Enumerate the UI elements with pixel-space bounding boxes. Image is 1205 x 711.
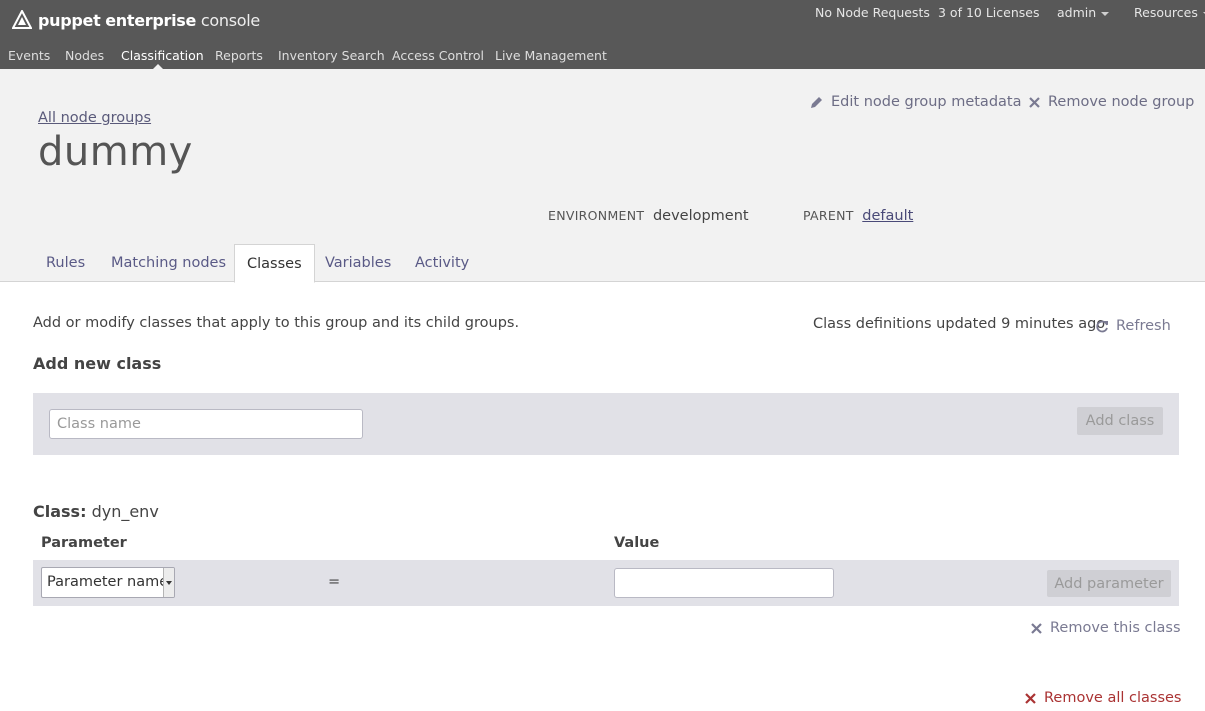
user-menu[interactable]: admin xyxy=(1057,5,1110,20)
environment-info: ENVIRONMENT development xyxy=(548,208,749,224)
nav-reports[interactable]: Reports xyxy=(215,48,263,63)
parameter-select-value: Parameter name xyxy=(47,574,169,590)
parent-label: PARENT xyxy=(803,208,854,223)
page-title: dummy xyxy=(38,129,193,175)
resources-label: Resources xyxy=(1134,5,1198,20)
edit-metadata-button[interactable]: Edit node group metadata xyxy=(810,94,1021,110)
tab-matching-nodes[interactable]: Matching nodes xyxy=(99,244,238,282)
remove-class-button[interactable]: Remove this class xyxy=(1031,620,1181,636)
parameter-value-input[interactable] xyxy=(614,568,834,598)
classes-intro: Add or modify classes that apply to this… xyxy=(33,315,520,331)
node-requests-link[interactable]: No Node Requests xyxy=(815,5,930,20)
nav-classification[interactable]: Classification xyxy=(121,48,204,63)
class-heading: Class: dyn_env xyxy=(33,502,159,521)
chevron-down-icon xyxy=(1101,11,1110,16)
logo-text: puppet enterprise console xyxy=(38,10,260,30)
parameter-row: Parameter name = Add parameter xyxy=(33,560,1179,606)
close-icon xyxy=(1029,96,1040,108)
pencil-icon xyxy=(811,96,822,108)
refresh-button[interactable]: Refresh xyxy=(1096,318,1171,334)
parent-link[interactable]: default xyxy=(862,208,913,224)
remove-node-group-button[interactable]: Remove node group xyxy=(1029,94,1194,110)
parameter-name-select[interactable]: Parameter name xyxy=(41,567,175,598)
remove-all-classes-button[interactable]: Remove all classes xyxy=(1025,690,1181,706)
edit-metadata-label: Edit node group metadata xyxy=(831,94,1022,110)
add-class-button[interactable]: Add class xyxy=(1077,407,1163,435)
environment-label: ENVIRONMENT xyxy=(548,208,645,223)
close-icon xyxy=(1031,622,1042,634)
nav-nodes[interactable]: Nodes xyxy=(65,48,104,63)
add-new-class-heading: Add new class xyxy=(33,354,162,373)
add-class-panel: Add class xyxy=(33,393,1179,455)
remove-node-group-label: Remove node group xyxy=(1048,94,1195,110)
parent-info: PARENT default xyxy=(803,208,913,224)
tab-activity[interactable]: Activity xyxy=(403,244,481,282)
refresh-icon xyxy=(1096,320,1108,332)
environment-value: development xyxy=(652,208,749,224)
close-icon xyxy=(1025,692,1036,704)
nav-events[interactable]: Events xyxy=(8,48,50,63)
remove-all-classes-label: Remove all classes xyxy=(1044,690,1182,706)
class-definitions-updated: Class definitions updated 9 minutes ago xyxy=(813,316,1106,332)
equals-sign: = xyxy=(328,574,341,590)
resources-menu[interactable]: Resources xyxy=(1134,5,1205,20)
parameter-column-header: Parameter xyxy=(41,535,127,551)
nav-live-management[interactable]: Live Management xyxy=(495,48,607,63)
licenses-link[interactable]: 3 of 10 Licenses xyxy=(938,5,1039,20)
node-group-header: All node groups dummy Edit node group me… xyxy=(0,69,1205,283)
tab-bar: Rules Matching nodes Classes Variables A… xyxy=(0,244,1205,283)
puppet-logo[interactable]: puppet enterprise console xyxy=(12,8,260,32)
refresh-label: Refresh xyxy=(1116,318,1171,334)
class-name-input[interactable] xyxy=(49,409,363,439)
nav-inventory-search[interactable]: Inventory Search xyxy=(278,48,385,63)
value-column-header: Value xyxy=(614,535,660,551)
class-name: dyn_env xyxy=(91,502,159,521)
tab-variables[interactable]: Variables xyxy=(313,244,403,282)
puppet-logo-icon xyxy=(12,10,32,29)
tab-classes[interactable]: Classes xyxy=(234,244,315,283)
remove-class-label: Remove this class xyxy=(1050,620,1181,636)
add-parameter-button[interactable]: Add parameter xyxy=(1047,570,1171,597)
class-label: Class: xyxy=(33,502,87,521)
top-bar: puppet enterprise console No Node Reques… xyxy=(0,0,1205,69)
tab-rules[interactable]: Rules xyxy=(34,244,97,282)
chevron-down-icon xyxy=(163,568,174,597)
user-name: admin xyxy=(1057,5,1097,20)
nav-access-control[interactable]: Access Control xyxy=(392,48,484,63)
breadcrumb[interactable]: All node groups xyxy=(38,110,151,126)
